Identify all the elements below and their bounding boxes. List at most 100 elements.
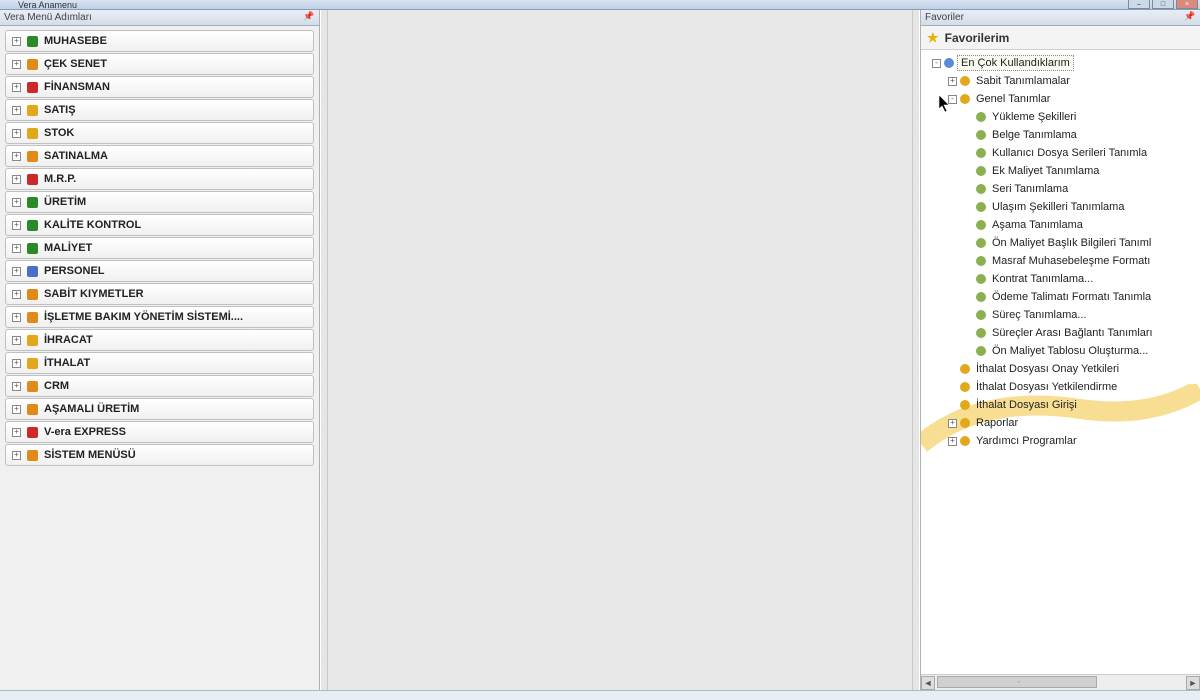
menu-item[interactable]: +ÜRETİM — [5, 191, 314, 213]
pin-icon[interactable]: 📌 — [1184, 11, 1196, 23]
menu-item-label: SATIŞ — [44, 104, 76, 116]
expand-icon[interactable]: + — [12, 152, 21, 161]
node-icon — [976, 166, 986, 176]
expand-icon[interactable]: + — [12, 405, 21, 414]
collapse-icon[interactable]: - — [948, 95, 957, 104]
tree-node[interactable]: +Yardımcı Programlar — [923, 432, 1198, 450]
expand-icon[interactable]: + — [12, 290, 21, 299]
menu-item-label: İTHALAT — [44, 357, 90, 369]
tree-node[interactable]: -En Çok Kullandıklarım — [923, 54, 1198, 72]
menu-item[interactable]: +SİSTEM MENÜSÜ — [5, 444, 314, 466]
menu-item[interactable]: +STOK — [5, 122, 314, 144]
tree-spacer — [964, 329, 973, 338]
expand-icon[interactable]: + — [12, 60, 21, 69]
menu-item[interactable]: + KALİTE KONTROL — [5, 214, 314, 236]
module-icon — [27, 335, 38, 346]
menu-item[interactable]: +ÇEK SENET — [5, 53, 314, 75]
menu-item[interactable]: + İTHALAT — [5, 352, 314, 374]
menu-item[interactable]: + SATIŞ — [5, 99, 314, 121]
expand-icon[interactable]: + — [12, 428, 21, 437]
window-minimize-button[interactable]: – — [1128, 0, 1150, 9]
tree-spacer — [964, 275, 973, 284]
node-icon — [960, 94, 970, 104]
expand-icon[interactable]: + — [12, 267, 21, 276]
tree-node[interactable]: İthalat Dosyası Yetkilendirme — [923, 378, 1198, 396]
tree-node[interactable]: Kullanıcı Dosya Serileri Tanımla — [923, 144, 1198, 162]
tree-node-label: Sabit Tanımlamalar — [973, 74, 1073, 88]
menu-item[interactable]: +SABİT KIYMETLER — [5, 283, 314, 305]
expand-icon[interactable]: + — [12, 221, 21, 230]
tree-node[interactable]: Kontrat Tanımlama... — [923, 270, 1198, 288]
tree-node-label: Ulaşım Şekilleri Tanımlama — [989, 200, 1127, 214]
node-icon — [960, 400, 970, 410]
menu-item-label: KALİTE KONTROL — [44, 219, 141, 231]
menu-item[interactable]: +MALİYET — [5, 237, 314, 259]
favorites-root-header[interactable]: ★ Favorilerim — [921, 26, 1200, 50]
tree-node[interactable]: İthalat Dosyası Onay Yetkileri — [923, 360, 1198, 378]
tree-spacer — [964, 239, 973, 248]
menu-list: +MUHASEBE+ÇEK SENET+FİNANSMAN+SATIŞ+STOK… — [0, 26, 319, 690]
tree-spacer — [964, 167, 973, 176]
tree-spacer — [964, 113, 973, 122]
expand-icon[interactable]: + — [12, 451, 21, 460]
menu-item[interactable]: +İHRACAT — [5, 329, 314, 351]
expand-icon[interactable]: + — [948, 77, 957, 86]
tree-node[interactable]: Aşama Tanımlama — [923, 216, 1198, 234]
scroll-left-button[interactable]: ◄ — [921, 676, 935, 690]
tree-node[interactable]: Masraf Muhasebeleşme Formatı — [923, 252, 1198, 270]
menu-item[interactable]: +CRM — [5, 375, 314, 397]
tree-spacer — [964, 257, 973, 266]
tree-node[interactable]: Ön Maliyet Tablosu Oluşturma... — [923, 342, 1198, 360]
menu-item[interactable]: +PERSONEL — [5, 260, 314, 282]
menu-item[interactable]: +İŞLETME BAKIM YÖNETİM SİSTEMİ.... — [5, 306, 314, 328]
tree-node[interactable]: Yükleme Şekilleri — [923, 108, 1198, 126]
tree-node[interactable]: İthalat Dosyası Girişi — [923, 396, 1198, 414]
expand-icon[interactable]: + — [12, 129, 21, 138]
tree-node[interactable]: Ulaşım Şekilleri Tanımlama — [923, 198, 1198, 216]
tree-node[interactable]: Ödeme Talimatı Formatı Tanımla — [923, 288, 1198, 306]
expand-icon[interactable]: + — [948, 419, 957, 428]
module-icon — [27, 36, 38, 47]
expand-icon[interactable]: + — [12, 336, 21, 345]
window-close-button[interactable]: × — [1176, 0, 1198, 9]
module-icon — [27, 427, 38, 438]
scroll-thumb[interactable] — [937, 676, 1097, 688]
tree-node[interactable]: Seri Tanımlama — [923, 180, 1198, 198]
horizontal-scrollbar[interactable]: ◄ ► — [921, 674, 1200, 690]
expand-icon[interactable]: + — [12, 198, 21, 207]
module-icon — [27, 197, 38, 208]
tree-node[interactable]: Süreçler Arası Bağlantı Tanımları — [923, 324, 1198, 342]
expand-icon[interactable]: + — [12, 244, 21, 253]
tree-spacer — [964, 293, 973, 302]
left-panel-title: Vera Menü Adımları — [4, 12, 92, 23]
menu-item[interactable]: +V-era EXPRESS — [5, 421, 314, 443]
expand-icon[interactable]: + — [12, 37, 21, 46]
expand-icon[interactable]: + — [12, 313, 21, 322]
expand-icon[interactable]: + — [12, 382, 21, 391]
tree-node[interactable]: + Sabit Tanımlamalar — [923, 72, 1198, 90]
expand-icon[interactable]: + — [12, 175, 21, 184]
collapse-icon[interactable]: - — [932, 59, 941, 68]
expand-icon[interactable]: + — [12, 106, 21, 115]
scroll-right-button[interactable]: ► — [1186, 676, 1200, 690]
menu-item[interactable]: +SATINALMA — [5, 145, 314, 167]
menu-item[interactable]: +M.R.P. — [5, 168, 314, 190]
tree-node[interactable]: +Raporlar — [923, 414, 1198, 432]
expand-icon[interactable]: + — [12, 83, 21, 92]
expand-icon[interactable]: + — [12, 359, 21, 368]
tree-node[interactable]: Ön Maliyet Başlık Bilgileri Tanıml — [923, 234, 1198, 252]
menu-item[interactable]: +MUHASEBE — [5, 30, 314, 52]
tree-node-label: Kullanıcı Dosya Serileri Tanımla — [989, 146, 1150, 160]
module-icon — [27, 105, 38, 116]
tree-node[interactable]: Ek Maliyet Tanımlama — [923, 162, 1198, 180]
tree-node-label: Kontrat Tanımlama... — [989, 272, 1096, 286]
content-area — [327, 10, 913, 690]
tree-node[interactable]: -Genel Tanımlar — [923, 90, 1198, 108]
pin-icon[interactable]: 📌 — [303, 11, 315, 23]
expand-icon[interactable]: + — [948, 437, 957, 446]
menu-item[interactable]: +FİNANSMAN — [5, 76, 314, 98]
window-maximize-button[interactable]: □ — [1152, 0, 1174, 9]
menu-item[interactable]: +AŞAMALI ÜRETİM — [5, 398, 314, 420]
tree-node[interactable]: Süreç Tanımlama... — [923, 306, 1198, 324]
tree-node[interactable]: Belge Tanımlama — [923, 126, 1198, 144]
